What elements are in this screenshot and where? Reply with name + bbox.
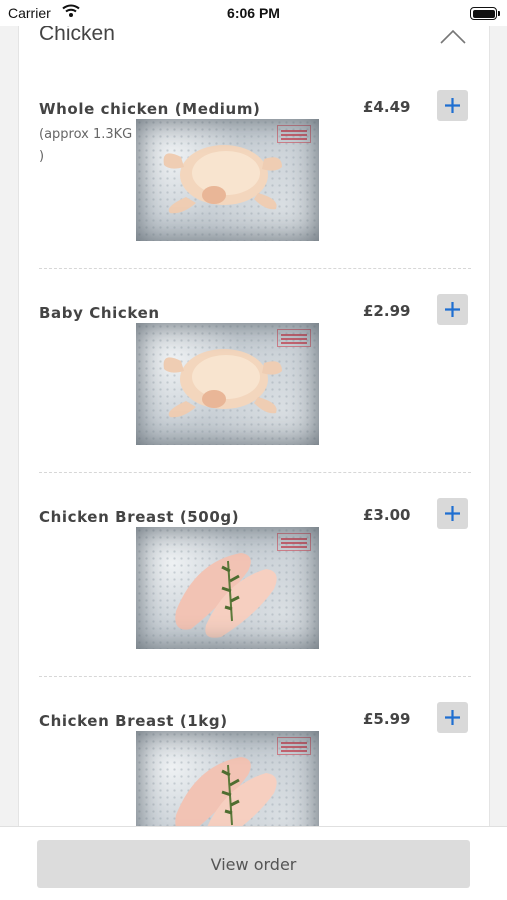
category-card: Chicken Whole chicken (Medium) (approx 1… [18,0,490,830]
item-divider [39,472,471,473]
item-divider [39,268,471,269]
view-order-button[interactable]: View order [37,840,470,888]
item-price: £2.99 [363,302,411,320]
item-price: £5.99 [363,710,411,728]
whole-chicken-photo [136,323,319,445]
add-item-button[interactable] [437,702,468,733]
chicken-breast-photo [136,527,319,649]
status-bar: Carrier 6:06 PM [0,0,507,26]
menu-item: Whole chicken (Medium) (approx 1.3KG ) £… [19,90,489,304]
plus-icon [445,98,460,113]
add-item-button[interactable] [437,498,468,529]
whole-chicken-photo [136,119,319,241]
item-name: Chicken Breast (500g) [39,508,240,526]
battery-icon [470,7,500,20]
item-description: (approx 1.3KG ) [39,127,133,164]
menu-item: Chicken Breast (500g) £3.00 [19,498,489,712]
chicken-breast-photo [136,731,319,830]
item-price: £3.00 [363,506,411,524]
plus-icon [445,506,460,521]
chevron-up-icon[interactable] [439,28,467,46]
item-name: Whole chicken (Medium) [39,100,261,118]
plus-icon [445,302,460,317]
add-item-button[interactable] [437,90,468,121]
add-item-button[interactable] [437,294,468,325]
plus-icon [445,710,460,725]
menu-item: Chicken Breast (1kg) £5.99 [19,702,489,830]
menu-item: Baby Chicken £2.99 [19,294,489,508]
bottom-bar: View order [0,826,507,900]
item-divider [39,676,471,677]
status-time: 6:06 PM [227,5,280,21]
item-name: Chicken Breast (1kg) [39,712,228,730]
item-name: Baby Chicken [39,304,160,322]
item-price: £4.49 [363,98,411,116]
